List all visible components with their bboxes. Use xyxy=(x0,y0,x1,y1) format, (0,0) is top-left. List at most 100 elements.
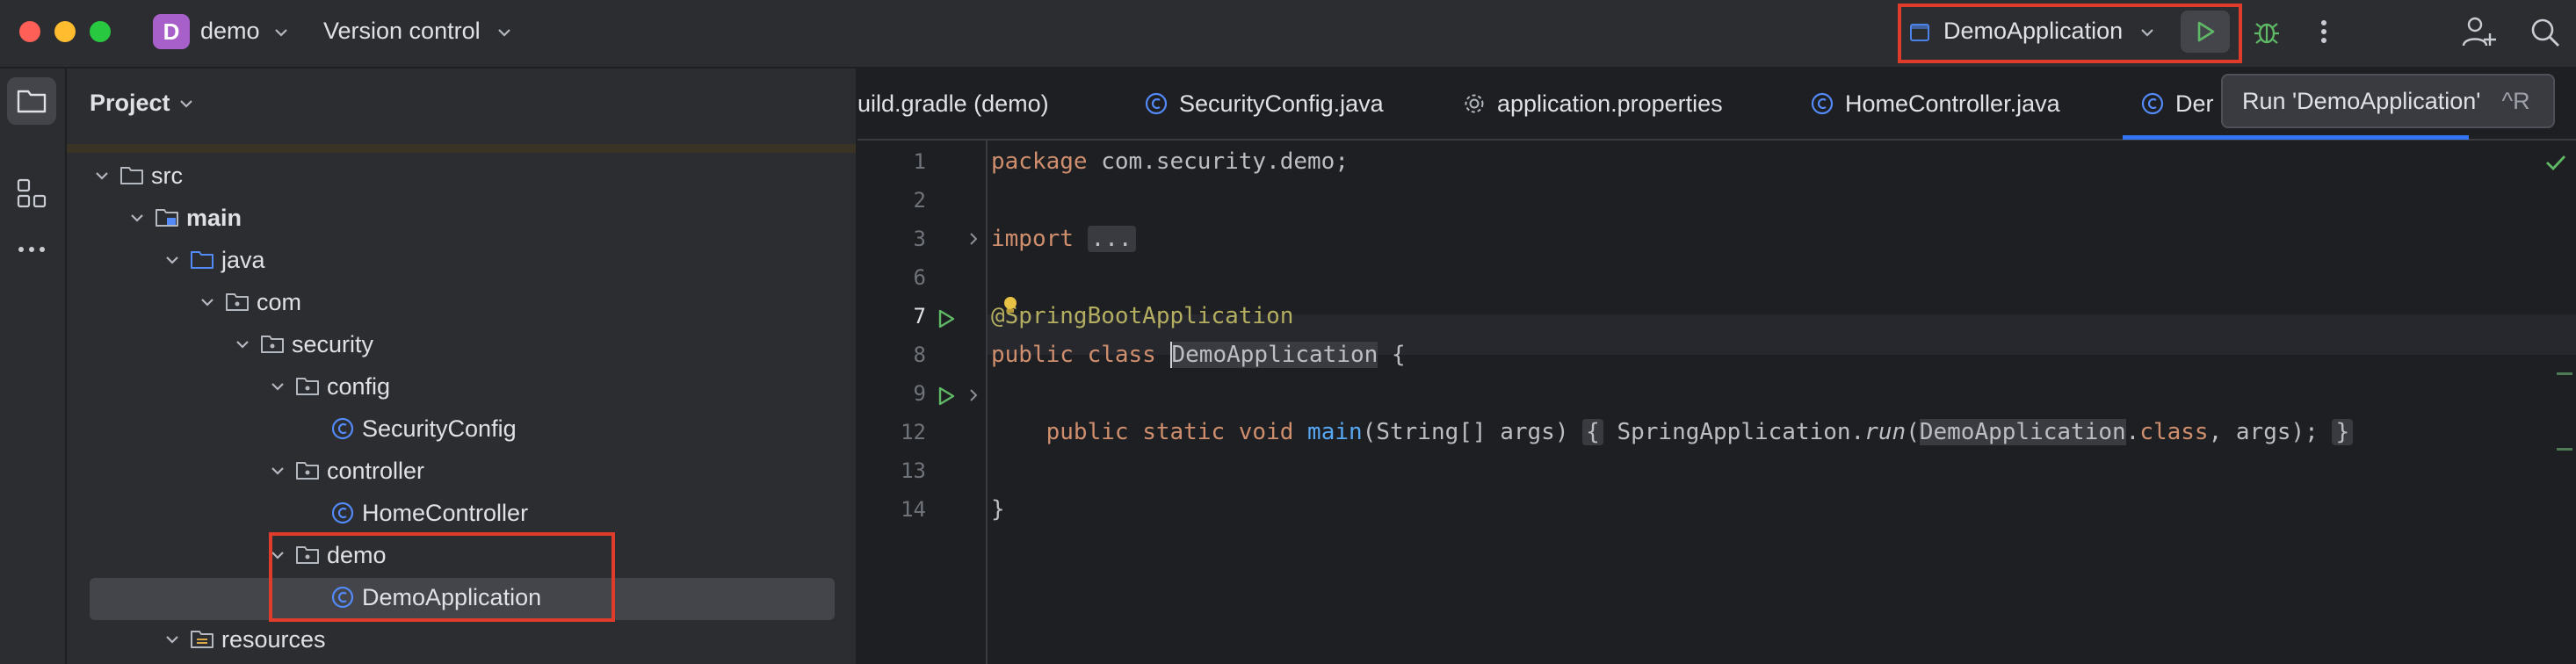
code-token: @SpringBootApplication xyxy=(991,303,1294,329)
chevron-down-icon[interactable] xyxy=(93,167,119,184)
code-token: public class xyxy=(991,342,1170,368)
tab-build-gradle[interactable]: uild.gradle (demo) xyxy=(857,69,1049,139)
code-token: main xyxy=(1307,419,1363,445)
line-number: 14 xyxy=(901,497,926,522)
tree-item-securityconfig[interactable]: SecurityConfig xyxy=(304,408,517,450)
tree-item-controller[interactable]: controller xyxy=(269,450,424,492)
source-folder-icon xyxy=(190,249,214,271)
code-token: } xyxy=(991,496,1005,523)
run-tooltip: Run 'DemoApplication' ^R xyxy=(2221,74,2555,128)
project-tool-button[interactable] xyxy=(7,77,56,125)
line-number: 13 xyxy=(901,458,926,483)
chevron-down-icon[interactable] xyxy=(234,336,260,353)
code-token: com.security.demo; xyxy=(1087,148,1349,175)
code-token: public static void xyxy=(1046,419,1308,445)
lightbulb-icon[interactable] xyxy=(1002,295,1019,316)
code-line-3[interactable]: import ... xyxy=(991,220,1136,258)
add-user-icon[interactable] xyxy=(2460,14,2497,49)
tree-item-label: src xyxy=(151,162,183,189)
tab-label: SecurityConfig.java xyxy=(1179,90,1384,117)
version-control-menu[interactable]: Version control xyxy=(323,18,481,45)
tab-home-controller[interactable]: HomeController.java xyxy=(1810,69,2060,139)
class-icon xyxy=(330,416,355,441)
code-token: run xyxy=(1864,419,1907,445)
gear-icon xyxy=(1462,91,1487,116)
line-number: 3 xyxy=(913,227,926,251)
tree-item-com[interactable]: com xyxy=(199,281,301,323)
code-line-9[interactable]: public static void main(String[] args) {… xyxy=(991,413,2354,451)
project-panel-title[interactable]: Project xyxy=(90,90,170,117)
chevron-down-icon[interactable] xyxy=(163,251,190,269)
chevron-down-icon[interactable] xyxy=(496,24,513,41)
run-gutter-icon[interactable] xyxy=(935,385,958,408)
tree-item-label: java xyxy=(221,246,265,273)
tree-item-resources[interactable]: resources xyxy=(163,618,326,660)
fold-arrow-icon[interactable] xyxy=(966,230,980,248)
tree-item-label: main xyxy=(186,204,242,231)
code-line-7[interactable]: public class DemoApplication { xyxy=(991,336,1406,374)
code-token: . xyxy=(2125,419,2140,445)
project-name[interactable]: demo xyxy=(200,18,260,45)
line-number: 1 xyxy=(913,149,926,174)
run-gutter-icon[interactable] xyxy=(935,307,958,330)
structure-icon[interactable] xyxy=(16,177,47,209)
active-tab-indicator xyxy=(2123,135,2469,140)
scroll-marker xyxy=(2557,448,2572,451)
folded-imports[interactable]: ... xyxy=(1087,226,1136,252)
tab-security-config[interactable]: SecurityConfig.java xyxy=(1144,69,1384,139)
chevron-down-icon[interactable] xyxy=(128,209,155,227)
project-panel: Project src main java com security config Secu… xyxy=(67,69,856,664)
code-line-1[interactable]: package com.security.demo; xyxy=(991,142,1349,181)
chevron-down-icon[interactable] xyxy=(163,631,190,648)
package-icon xyxy=(295,460,320,481)
chevron-down-icon[interactable] xyxy=(199,293,225,311)
title-bar: D demo Version control DemoApplication xyxy=(0,0,2576,69)
minimize-window-button[interactable] xyxy=(54,21,76,42)
editor-area: uild.gradle (demo) SecurityConfig.java a… xyxy=(857,69,2576,664)
tree-item-config[interactable]: config xyxy=(269,365,390,408)
code-token: (String[] args) xyxy=(1362,419,1569,445)
code-line-13[interactable]: } xyxy=(991,490,1005,529)
chevron-down-icon[interactable] xyxy=(269,378,295,395)
line-gutter: 1 2 3 6 7 8 9 12 13 14 xyxy=(857,141,988,664)
tab-label: application.properties xyxy=(1497,90,1723,117)
inspection-ok-icon[interactable] xyxy=(2544,153,2567,172)
tooltip-shortcut: ^R xyxy=(2501,87,2530,114)
fold-arrow-icon[interactable] xyxy=(966,386,980,404)
resources-folder-icon xyxy=(190,629,214,650)
tab-demo-application[interactable]: Der xyxy=(2140,69,2214,139)
code-token: , args); xyxy=(2208,419,2319,445)
tree-item-label: config xyxy=(327,372,391,400)
tab-application-properties[interactable]: application.properties xyxy=(1462,69,1723,139)
tab-label: Der xyxy=(2175,90,2214,117)
chevron-down-icon[interactable] xyxy=(177,95,195,112)
tree-item-java[interactable]: java xyxy=(163,239,265,281)
code-token: { xyxy=(1378,342,1406,368)
project-badge[interactable]: D xyxy=(153,14,190,49)
code-token: package xyxy=(991,148,1088,175)
zoom-window-button[interactable] xyxy=(90,21,111,42)
search-icon[interactable] xyxy=(2529,16,2562,49)
folder-icon xyxy=(17,90,47,113)
tree-item-label: security xyxy=(292,330,374,357)
tree-item-src[interactable]: src xyxy=(93,155,183,197)
chevron-down-icon[interactable] xyxy=(272,24,290,41)
package-icon xyxy=(225,292,250,313)
tree-item-homecontroller[interactable]: HomeController xyxy=(304,492,528,534)
close-window-button[interactable] xyxy=(19,21,40,42)
tab-label: uild.gradle (demo) xyxy=(857,90,1049,117)
code-token: class xyxy=(2139,419,2209,445)
package-icon xyxy=(295,376,320,397)
code-token: import xyxy=(991,226,1074,252)
more-tools-icon[interactable] xyxy=(16,241,47,258)
chevron-down-icon[interactable] xyxy=(269,462,295,480)
class-icon xyxy=(1144,91,1169,116)
run-config-highlight xyxy=(1898,4,2242,63)
code-token: DemoApplication xyxy=(1919,419,2126,445)
tree-item-main[interactable]: main xyxy=(128,197,242,239)
debug-icon[interactable] xyxy=(2251,16,2283,47)
code-line-6[interactable]: @SpringBootApplication xyxy=(991,297,1293,336)
tree-item-security[interactable]: security xyxy=(234,323,373,365)
class-icon xyxy=(2140,91,2165,116)
more-options-icon[interactable] xyxy=(2311,16,2337,47)
